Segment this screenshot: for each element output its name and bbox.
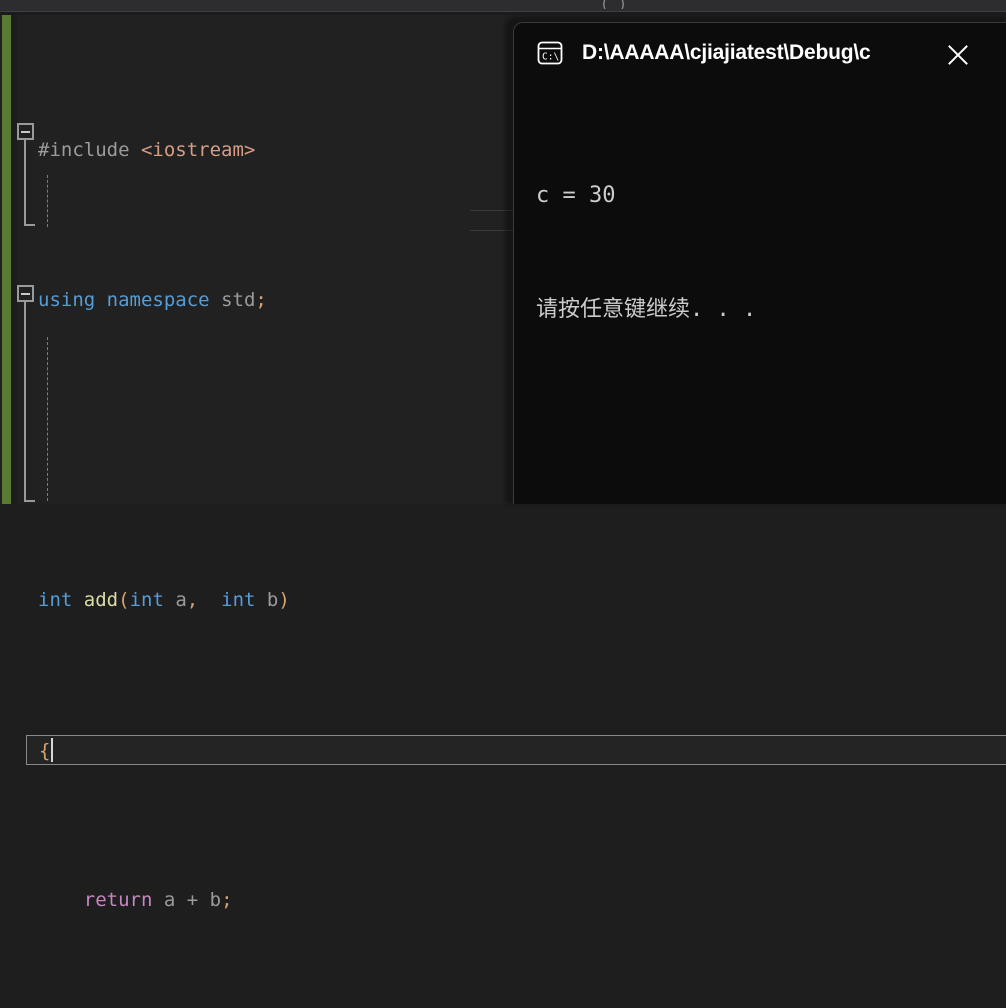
console-output-line-1: c = 30	[536, 183, 616, 208]
close-icon[interactable]	[944, 41, 972, 69]
console-titlebar[interactable]: C:\ D:\AAAAA\cjiajiatest\Debug\c	[514, 23, 1006, 83]
token-id-std: std	[221, 289, 256, 311]
token-comma: ,	[186, 589, 199, 611]
token-var-a: a	[163, 889, 176, 911]
token-paren-open: (	[118, 589, 130, 611]
token-brace-open: {	[39, 740, 51, 762]
token-kw-int: int	[38, 589, 73, 611]
code-line-4[interactable]: int add(int a, int b)	[0, 585, 1006, 615]
token-semicolon: ;	[221, 889, 233, 911]
token-kw-int: int	[129, 589, 164, 611]
svg-text:C:\: C:\	[542, 52, 559, 63]
token-kw-return: return	[83, 889, 153, 911]
token-semicolon: ;	[255, 289, 267, 311]
vs-window-toolbar-strip: ( )	[0, 0, 1006, 12]
token-var-a: a	[175, 589, 187, 611]
token-var-b: b	[209, 889, 222, 911]
token-paren-close: )	[278, 589, 290, 611]
token-preprocessor: #include	[38, 139, 130, 161]
token-var-b: b	[266, 589, 279, 611]
text-caret	[51, 738, 54, 762]
code-line-6[interactable]: return a + b;	[0, 885, 1006, 915]
console-window[interactable]: C:\ D:\AAAAA\cjiajiatest\Debug\c c = 30 …	[513, 22, 1006, 504]
code-line-5-current[interactable]: {	[26, 735, 1006, 765]
vs-toolbar-clipped-text: ( )	[600, 0, 628, 9]
console-output: c = 30 请按任意键继续. . .	[514, 83, 1006, 405]
token-include-file: <iostream>	[140, 139, 256, 161]
token-kw-using: using	[38, 289, 96, 311]
token-fn-add: add	[83, 589, 119, 611]
token-op-plus: +	[175, 889, 210, 911]
console-output-line-2: 请按任意键继续. . .	[536, 297, 757, 322]
console-window-title: D:\AAAAA\cjiajiatest\Debug\c	[582, 41, 871, 64]
token-kw-namespace: namespace	[106, 289, 210, 311]
token-kw-int: int	[221, 589, 256, 611]
console-cmd-icon: C:\	[536, 39, 564, 67]
